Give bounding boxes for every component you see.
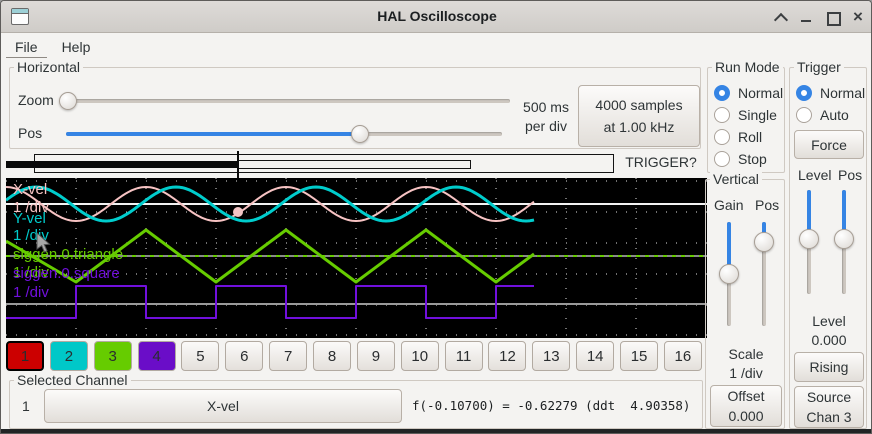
scope-display[interactable]: X-vel1 /divY-vel1 /divsiggen.0.triangle1… xyxy=(6,178,707,338)
run-mode-option-stop[interactable]: Stop xyxy=(714,151,767,167)
vertical-pos-slider-handle[interactable] xyxy=(754,232,774,252)
radio-roll[interactable] xyxy=(714,129,730,145)
channel-button-12[interactable]: 12 xyxy=(488,341,526,371)
run-mode-option-roll[interactable]: Roll xyxy=(714,129,762,145)
trigger-edge-button[interactable]: Rising xyxy=(794,352,864,382)
trigger-pos-slider-label: Pos xyxy=(838,167,862,183)
trigger-point-dot xyxy=(233,207,243,217)
radio-stop[interactable] xyxy=(714,151,730,167)
channel-button-5[interactable]: 5 xyxy=(181,341,219,371)
channel-button-14[interactable]: 14 xyxy=(576,341,614,371)
channel-button-3[interactable]: 3 xyxy=(94,341,132,371)
pos-slider-label: Pos xyxy=(18,125,42,141)
menu-file[interactable]: File xyxy=(5,37,48,57)
horizontal-group-title: Horizontal xyxy=(14,59,83,75)
trigger-question-label: TRIGGER? xyxy=(617,154,705,170)
scope-channel-label: X-vel xyxy=(13,181,47,198)
channel-button-13[interactable]: 13 xyxy=(532,341,570,371)
pos-slider-fill xyxy=(66,132,358,136)
channel-button-7[interactable]: 7 xyxy=(269,341,307,371)
channel-button-row: 12345678910111213141516 xyxy=(6,341,702,372)
zoom-slider-handle[interactable] xyxy=(59,92,77,110)
radio-single[interactable] xyxy=(714,107,730,123)
trigger-group: Trigger Normal Auto Force Level Pos Leve… xyxy=(789,67,867,429)
vertical-group: Vertical Gain Pos Scale 1 /div Offset 0.… xyxy=(705,179,785,429)
record-filled-bar xyxy=(6,161,238,168)
menubar: File Help xyxy=(1,34,872,59)
window-bottom-edge xyxy=(1,429,872,434)
force-button[interactable]: Force xyxy=(794,130,864,159)
run-mode-option-single[interactable]: Single xyxy=(714,107,777,123)
trigger-option-auto[interactable]: Auto xyxy=(796,107,849,123)
trigger-option-normal[interactable]: Normal xyxy=(796,85,865,101)
channel-name-button[interactable]: X-vel xyxy=(44,389,402,423)
titlebar: HAL Oscilloscope × xyxy=(1,1,872,33)
run-mode-option-normal[interactable]: Normal xyxy=(714,85,783,101)
channel-button-16[interactable]: 16 xyxy=(664,341,702,371)
horizontal-group: Horizontal Zoom Pos 500 ms per div 4000 … xyxy=(9,67,701,149)
scope-channel-label: Y-vel xyxy=(13,210,46,227)
scope-channel-label: siggen.0.square xyxy=(13,265,120,282)
vertical-group-title: Vertical xyxy=(710,171,762,187)
trigger-level-value: 0.000 xyxy=(790,331,868,350)
channel-button-2[interactable]: 2 xyxy=(50,341,88,371)
close-icon[interactable]: × xyxy=(851,10,865,24)
channel-name-label: X-vel xyxy=(207,396,239,416)
app-window: HAL Oscilloscope × File Help Horizontal … xyxy=(0,0,872,434)
channel-button-9[interactable]: 9 xyxy=(357,341,395,371)
run-mode-group-title: Run Mode xyxy=(712,59,783,75)
trigger-source-button[interactable]: Source Chan 3 xyxy=(794,386,864,428)
channel-button-4[interactable]: 4 xyxy=(138,341,176,371)
trigger-pos-slider-handle[interactable] xyxy=(834,229,854,249)
samples-button[interactable]: 4000 samples at 1.00 kHz xyxy=(578,85,700,147)
channel-button-6[interactable]: 6 xyxy=(225,341,263,371)
vertical-pos-slider-label: Pos xyxy=(755,197,779,213)
wave-siggen-0-square xyxy=(6,286,534,318)
menu-help[interactable]: Help xyxy=(52,37,101,57)
timebase-readout: 500 ms per div xyxy=(514,98,578,136)
maximize-icon[interactable] xyxy=(825,10,839,24)
channel-button-1[interactable]: 1 xyxy=(6,341,44,371)
minimize-icon[interactable] xyxy=(799,10,813,24)
scope-channel-label: 1 /div xyxy=(13,284,49,301)
run-mode-group: Run Mode Normal Single Roll Stop xyxy=(707,67,785,173)
channel-button-10[interactable]: 10 xyxy=(401,341,439,371)
trigger-pos-slider-fill xyxy=(842,190,846,234)
channel-button-11[interactable]: 11 xyxy=(445,341,483,371)
channel-value-readout: f(-0.10700) = -0.62279 (ddt 4.90358) xyxy=(412,398,690,413)
channel-button-8[interactable]: 8 xyxy=(313,341,351,371)
trigger-group-title: Trigger xyxy=(794,59,844,75)
gain-slider-handle[interactable] xyxy=(719,264,739,284)
scope-channel-label: siggen.0.triangle xyxy=(13,246,123,263)
timebase-per-div-unit: per div xyxy=(514,117,578,136)
trigger-level-slider-fill xyxy=(807,190,811,234)
selected-channel-group-title: Selected Channel xyxy=(14,372,131,388)
timebase-per-div-value: 500 ms xyxy=(514,98,578,117)
selected-channel-group: Selected Channel 1 X-vel f(-0.10700) = -… xyxy=(9,380,703,429)
radio-normal[interactable] xyxy=(714,85,730,101)
radio-trigger-normal[interactable] xyxy=(796,85,812,101)
zoom-slider-track[interactable] xyxy=(60,99,510,103)
radio-trigger-auto[interactable] xyxy=(796,107,812,123)
trigger-position-tick[interactable] xyxy=(237,151,239,178)
window-title: HAL Oscilloscope xyxy=(1,8,872,24)
gain-slider-label: Gain xyxy=(714,197,744,213)
scale-caption: Scale xyxy=(706,345,786,364)
samples-rate: at 1.00 kHz xyxy=(604,116,675,138)
samples-count: 4000 samples xyxy=(595,94,682,116)
offset-button[interactable]: Offset 0.000 xyxy=(710,385,782,427)
pos-slider-handle[interactable] xyxy=(351,125,369,143)
record-pending-outline xyxy=(238,160,471,169)
trigger-level-slider-label: Level xyxy=(798,167,831,183)
zoom-slider-label: Zoom xyxy=(18,92,54,108)
shade-icon[interactable] xyxy=(773,10,787,24)
scale-value: 1 /div xyxy=(706,364,786,383)
channel-button-15[interactable]: 15 xyxy=(620,341,658,371)
trigger-level-slider-handle[interactable] xyxy=(799,229,819,249)
selected-channel-number: 1 xyxy=(22,398,30,414)
trigger-level-caption: Level xyxy=(790,312,868,331)
